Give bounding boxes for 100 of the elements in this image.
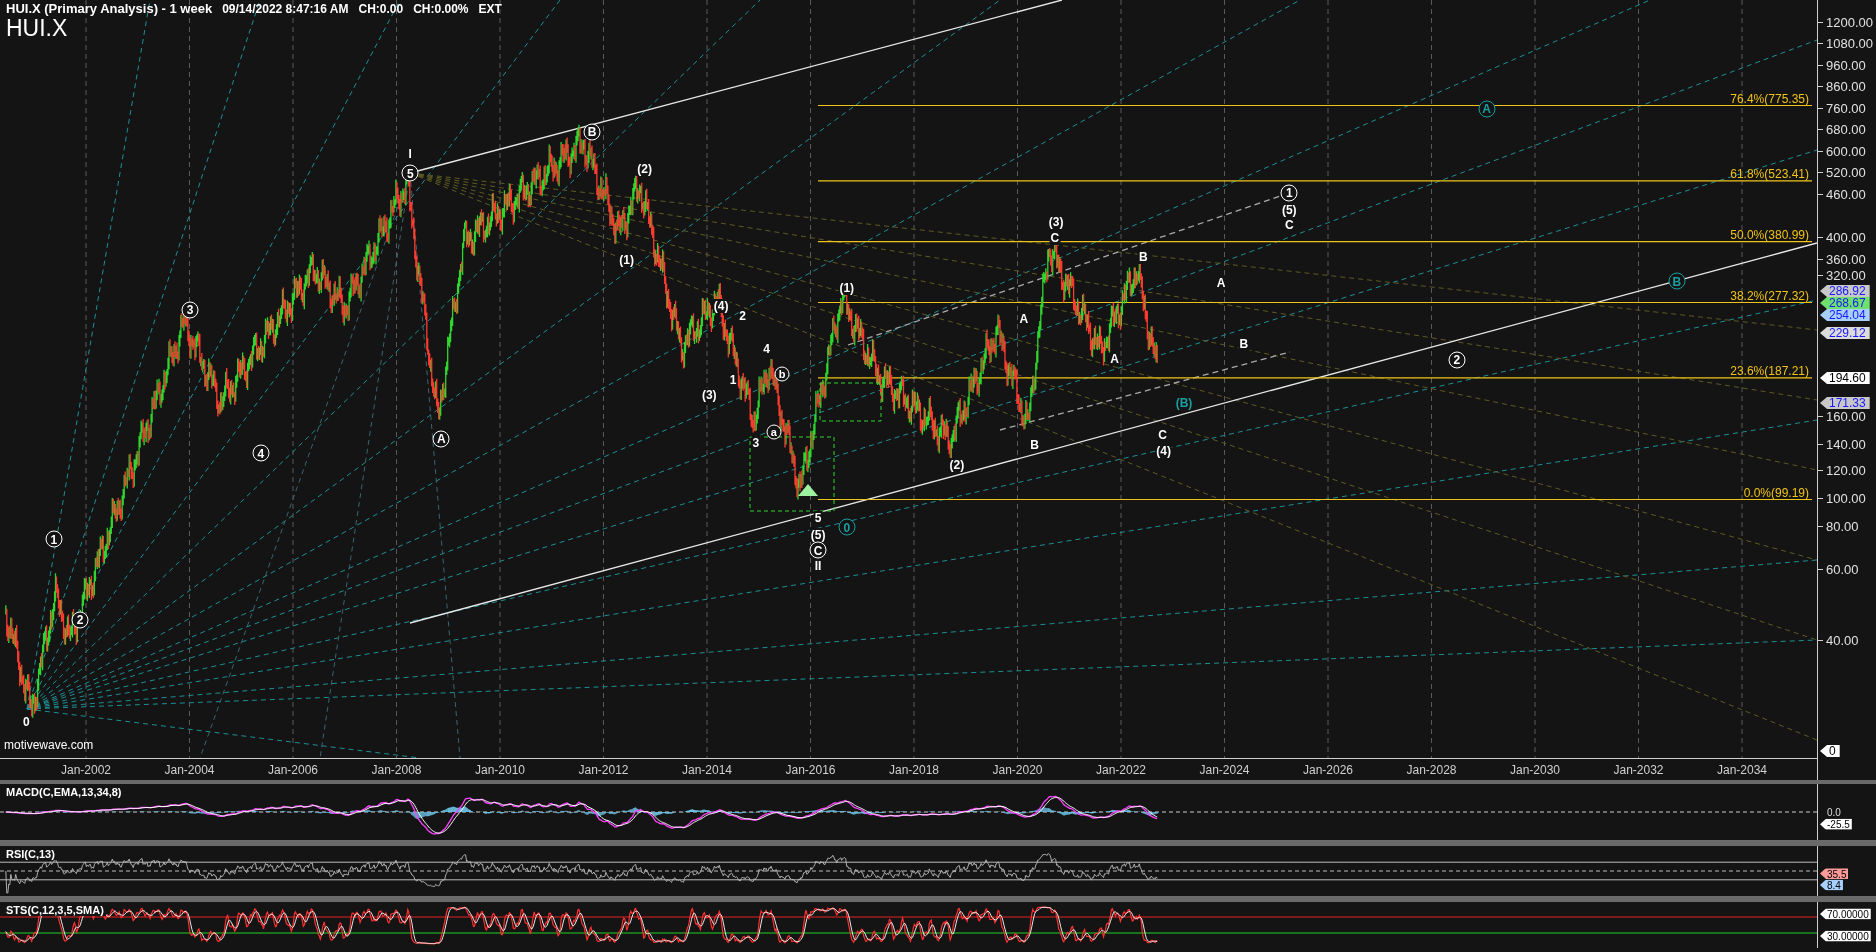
wave-label: (4) bbox=[712, 299, 730, 314]
date-axis-label: Jan-2002 bbox=[61, 763, 111, 777]
price-axis-label: 1200.00 bbox=[1826, 14, 1873, 30]
date-axis-label: Jan-2026 bbox=[1303, 763, 1353, 777]
triangle-marker-icon bbox=[798, 484, 818, 496]
wave-label: (2) bbox=[948, 458, 966, 473]
wave-label: (3) bbox=[700, 387, 718, 402]
price-axis-label: 860.00 bbox=[1826, 78, 1866, 94]
wave-label: A bbox=[1478, 100, 1496, 118]
wave-label: b bbox=[774, 366, 790, 382]
price-axis-label: 460.00 bbox=[1826, 186, 1866, 202]
wave-label: B bbox=[1238, 337, 1250, 352]
symbol-label: HUI.X bbox=[6, 16, 68, 40]
wave-label: 1 bbox=[45, 530, 63, 548]
price-tag: 229.12 bbox=[1820, 327, 1870, 339]
wave-label: (1) bbox=[618, 252, 636, 267]
price-axis-label: 600.00 bbox=[1826, 143, 1866, 159]
indicator-value-tag: 35.5 bbox=[1820, 868, 1849, 879]
price-axis-label: 160.00 bbox=[1826, 408, 1866, 424]
date-axis-label: Jan-2028 bbox=[1406, 763, 1457, 777]
price-axis-label: 60.00 bbox=[1826, 561, 1859, 577]
price-axis-label: 80.00 bbox=[1826, 518, 1859, 534]
date-axis-label: Jan-2004 bbox=[164, 763, 215, 777]
price-tag: 0 bbox=[1820, 745, 1840, 757]
wave-label: (4) bbox=[1155, 443, 1173, 458]
price-axis-label: 1080.00 bbox=[1826, 35, 1873, 51]
wave-label: 4 bbox=[252, 444, 270, 462]
chart-title: HUI.X (Primary Analysis) - 1 week bbox=[6, 1, 213, 16]
date-axis-label: Jan-2016 bbox=[785, 763, 836, 777]
indicator-title: RSI(C,13) bbox=[4, 848, 57, 860]
price-axis-label: 140.00 bbox=[1826, 436, 1866, 452]
change-percent: CH:0.00% bbox=[413, 2, 469, 16]
wave-label: 2 bbox=[738, 308, 748, 323]
wave-label: 3 bbox=[751, 435, 761, 450]
wave-label: 2 bbox=[71, 611, 89, 628]
date-axis-label: Jan-2030 bbox=[1510, 763, 1560, 777]
date-axis-label: Jan-2006 bbox=[268, 763, 318, 777]
wave-label: (5) bbox=[809, 527, 827, 542]
price-tag: 286.92 bbox=[1820, 285, 1870, 297]
wave-label: (5) bbox=[1280, 203, 1298, 218]
indicator-title: MACD(C,EMA,13,34,8) bbox=[4, 786, 124, 798]
fibonacci-label: 76.4%(775.35) bbox=[1730, 91, 1809, 106]
wave-label: a bbox=[766, 424, 782, 440]
fibonacci-label: 38.2%(277.32) bbox=[1730, 288, 1809, 303]
date-axis-label: Jan-2020 bbox=[992, 763, 1043, 777]
date-axis-label: Jan-2018 bbox=[889, 763, 939, 777]
wave-label: (2) bbox=[636, 161, 653, 176]
fibonacci-label: 61.8%(523.41) bbox=[1730, 166, 1809, 181]
fibonacci-label: 0.0%(99.19) bbox=[1743, 485, 1809, 500]
price-tag: 254.04 bbox=[1820, 309, 1870, 321]
price-axis-label: 40.00 bbox=[1826, 632, 1859, 648]
price-axis-label: 120.00 bbox=[1826, 462, 1866, 478]
wave-label: A bbox=[1109, 351, 1120, 366]
indicator-value-tag: 70.00000 bbox=[1820, 908, 1871, 920]
indicator-value-tag: -25.5 bbox=[1820, 818, 1852, 830]
date-axis-label: Jan-2024 bbox=[1199, 763, 1250, 777]
date-axis-label: Jan-2008 bbox=[371, 763, 422, 777]
date-axis-label: Jan-2034 bbox=[1717, 763, 1767, 777]
wave-label: B bbox=[1029, 437, 1040, 452]
wave-label: (3) bbox=[1047, 215, 1065, 230]
timestamp: 09/14/2022 8:47:16 AM bbox=[222, 2, 349, 16]
indicator-title: STS(C,12,3,5,SMA) bbox=[4, 904, 106, 916]
price-tag: 194.60 bbox=[1820, 372, 1870, 384]
wave-label: 5 bbox=[813, 510, 823, 525]
session-label: EXT bbox=[478, 2, 502, 16]
wave-label: C bbox=[1049, 231, 1061, 245]
price-axis-label: 760.00 bbox=[1826, 100, 1866, 116]
site-label: motivewave.com bbox=[4, 738, 94, 752]
date-axis-label: Jan-2014 bbox=[682, 763, 732, 777]
wave-label: B bbox=[1668, 272, 1686, 290]
wave-label: 0 bbox=[838, 518, 856, 536]
wave-label: 3 bbox=[181, 301, 199, 319]
wave-label: II bbox=[813, 558, 823, 573]
indicator-value-tag: 8.4 bbox=[1820, 879, 1843, 891]
date-axis-label: Jan-2010 bbox=[475, 763, 525, 777]
wave-label: 2 bbox=[1448, 351, 1466, 369]
wave-label: A bbox=[432, 430, 450, 448]
wave-label: 1 bbox=[1280, 184, 1298, 202]
price-axis-label: 360.00 bbox=[1826, 251, 1866, 267]
date-axis-label: Jan-2032 bbox=[1613, 763, 1664, 777]
wave-label: (1) bbox=[838, 281, 856, 296]
price-axis-label: 400.00 bbox=[1826, 229, 1866, 245]
wave-label: A bbox=[1215, 276, 1227, 291]
price-axis-label: 320.00 bbox=[1826, 267, 1866, 283]
price-axis-label: 960.00 bbox=[1826, 57, 1866, 73]
wave-label: B bbox=[583, 123, 601, 141]
wave-label: 5 bbox=[401, 164, 419, 182]
fibonacci-label: 23.6%(187.21) bbox=[1730, 363, 1809, 378]
wave-label: (B) bbox=[1174, 396, 1194, 411]
wave-label: B bbox=[1138, 250, 1149, 265]
change-value: CH:0.00 bbox=[358, 2, 404, 16]
date-axis-label: Jan-2022 bbox=[1096, 763, 1146, 777]
price-axis-label: 680.00 bbox=[1826, 121, 1866, 137]
indicator-value-tag: 30.00000 bbox=[1820, 930, 1871, 942]
price-axis-label: 520.00 bbox=[1826, 164, 1866, 180]
price-tag: 268.67 bbox=[1820, 297, 1870, 309]
wave-label: C bbox=[809, 541, 827, 559]
price-axis-label: 100.00 bbox=[1826, 490, 1866, 506]
fibonacci-label: 50.0%(380.99) bbox=[1730, 227, 1809, 242]
price-tag: 171.33 bbox=[1820, 397, 1870, 409]
